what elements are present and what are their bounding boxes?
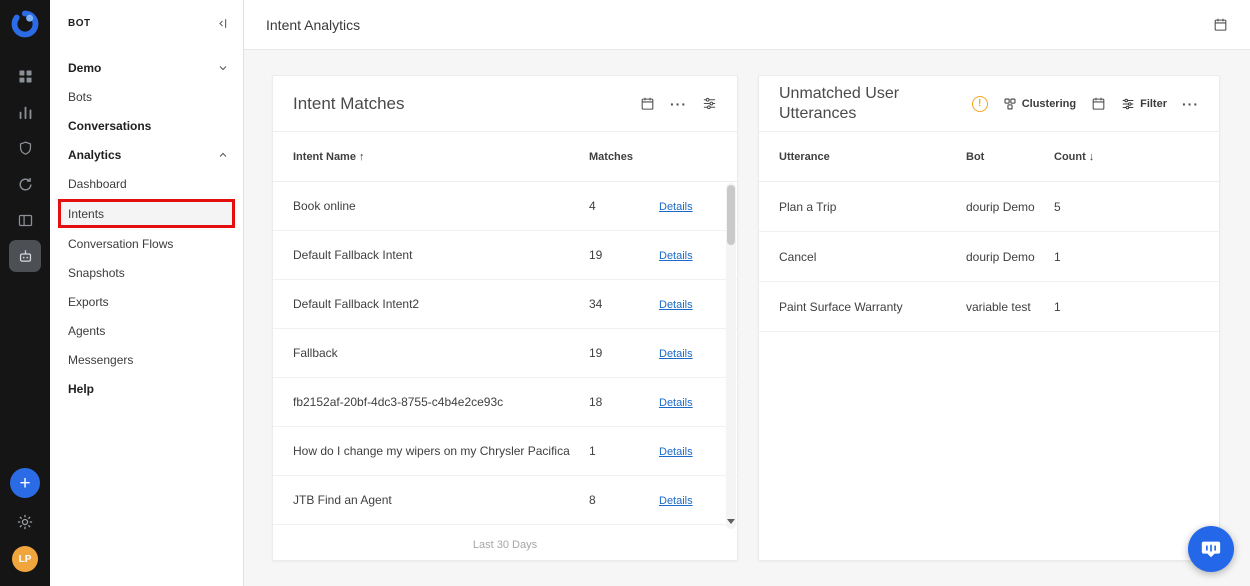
details-link[interactable]: Details [659,495,693,507]
table-row: Default Fallback Intent2 34 Details [273,280,737,329]
brand-logo-icon[interactable] [11,10,39,38]
column-bot[interactable]: Bot [966,151,1054,163]
bar-chart-icon[interactable] [9,96,41,128]
chat-launcher-button[interactable] [1188,526,1234,572]
details-link[interactable]: Details [659,299,693,311]
sidebar-item-bots[interactable]: Bots [50,82,243,111]
details-link[interactable]: Details [659,201,693,213]
clustering-button[interactable]: Clustering [1003,97,1076,111]
intent-matches-card: Intent Matches ··· Intent Name↑ Matches [272,75,738,561]
chevron-down-icon [217,62,229,74]
shield-icon[interactable] [9,132,41,164]
apps-grid-icon[interactable] [9,60,41,92]
unmatched-rows: Plan a Trip dourip Demo 5 Cancel dourip … [759,182,1219,560]
content-area: Intent Matches ··· Intent Name↑ Matches [244,50,1250,586]
intent-matches-rows: Book online 4 Details Default Fallback I… [273,182,737,530]
filter-button[interactable]: Filter [1121,97,1167,111]
details-link[interactable]: Details [659,250,693,262]
main-area: Intent Analytics Intent Matches ··· [244,0,1250,586]
sidebar-item-conversation-flows[interactable]: Conversation Flows [50,229,243,258]
column-utterance[interactable]: Utterance [779,151,966,163]
table-row: How do I change my wipers on my Chrysler… [273,427,737,476]
sidebar-item-help[interactable]: Help [50,374,243,403]
table-row: Cancel dourip Demo 1 [759,232,1219,282]
filter-sliders-icon[interactable] [702,96,717,111]
table-row: Paint Surface Warranty variable test 1 [759,282,1219,332]
sidebar-item-intents[interactable]: Intents [58,199,235,228]
warning-icon[interactable]: ! [972,96,988,112]
collapse-sidebar-icon[interactable] [215,16,230,31]
table-row: JTB Find an Agent 8 Details [273,476,737,525]
table-row: Fallback 19 Details [273,329,737,378]
app-rail: + LP [0,0,50,586]
page-title: Intent Analytics [266,17,360,33]
sort-desc-icon: ↓ [1089,151,1095,163]
sidebar-item-demo[interactable]: Demo [50,53,243,82]
rail-bottom: + LP [10,468,40,572]
sidebar-item-agents[interactable]: Agents [50,316,243,345]
intent-matches-column-headers: Intent Name↑ Matches [273,132,737,182]
settings-gear-icon[interactable] [16,513,34,531]
sort-asc-icon: ↑ [359,151,365,163]
sidebar-item-analytics[interactable]: Analytics [50,140,243,169]
add-button[interactable]: + [10,468,40,498]
sidebar: BOT Demo Bots Conversations Analytics Da… [50,0,244,586]
calendar-icon[interactable] [1091,96,1106,111]
details-link[interactable]: Details [659,348,693,360]
more-options-icon[interactable]: ··· [670,97,687,111]
top-header: Intent Analytics [244,0,1250,50]
date-range-label: Last 30 Days [273,530,737,560]
scrollbar-thumb[interactable] [727,185,735,245]
intent-matches-title: Intent Matches [293,94,405,114]
more-options-icon[interactable]: ··· [1182,97,1199,111]
unmatched-utterances-card: Unmatched User Utterances ! Clustering F… [758,75,1220,561]
unmatched-title: Unmatched User Utterances [779,84,929,124]
details-link[interactable]: Details [659,446,693,458]
workspace-label: BOT [68,18,91,29]
user-avatar[interactable]: LP [12,546,38,572]
details-link[interactable]: Details [659,397,693,409]
vertical-scrollbar[interactable] [726,183,736,529]
bot-analytics-icon[interactable] [9,240,41,272]
panels-icon[interactable] [9,204,41,236]
calendar-icon[interactable] [640,96,655,111]
sidebar-item-exports[interactable]: Exports [50,287,243,316]
sidebar-item-messengers[interactable]: Messengers [50,345,243,374]
chevron-up-icon [217,149,229,161]
column-count[interactable]: Count↓ [1054,151,1199,163]
sidebar-item-dashboard[interactable]: Dashboard [50,169,243,198]
sync-icon[interactable] [9,168,41,200]
chat-bubble-icon [1200,538,1222,560]
sidebar-item-conversations[interactable]: Conversations [50,111,243,140]
scroll-down-arrow-icon[interactable] [727,515,735,527]
sidebar-item-snapshots[interactable]: Snapshots [50,258,243,287]
column-matches[interactable]: Matches [589,151,659,163]
calendar-icon[interactable] [1213,17,1228,32]
column-intent-name[interactable]: Intent Name↑ [293,151,589,163]
table-row: Plan a Trip dourip Demo 5 [759,182,1219,232]
table-row: Default Fallback Intent 19 Details [273,231,737,280]
table-row: Book online 4 Details [273,182,737,231]
unmatched-column-headers: Utterance Bot Count↓ [759,132,1219,182]
table-row: fb2152af-20bf-4dc3-8755-c4b4e2ce93c 18 D… [273,378,737,427]
